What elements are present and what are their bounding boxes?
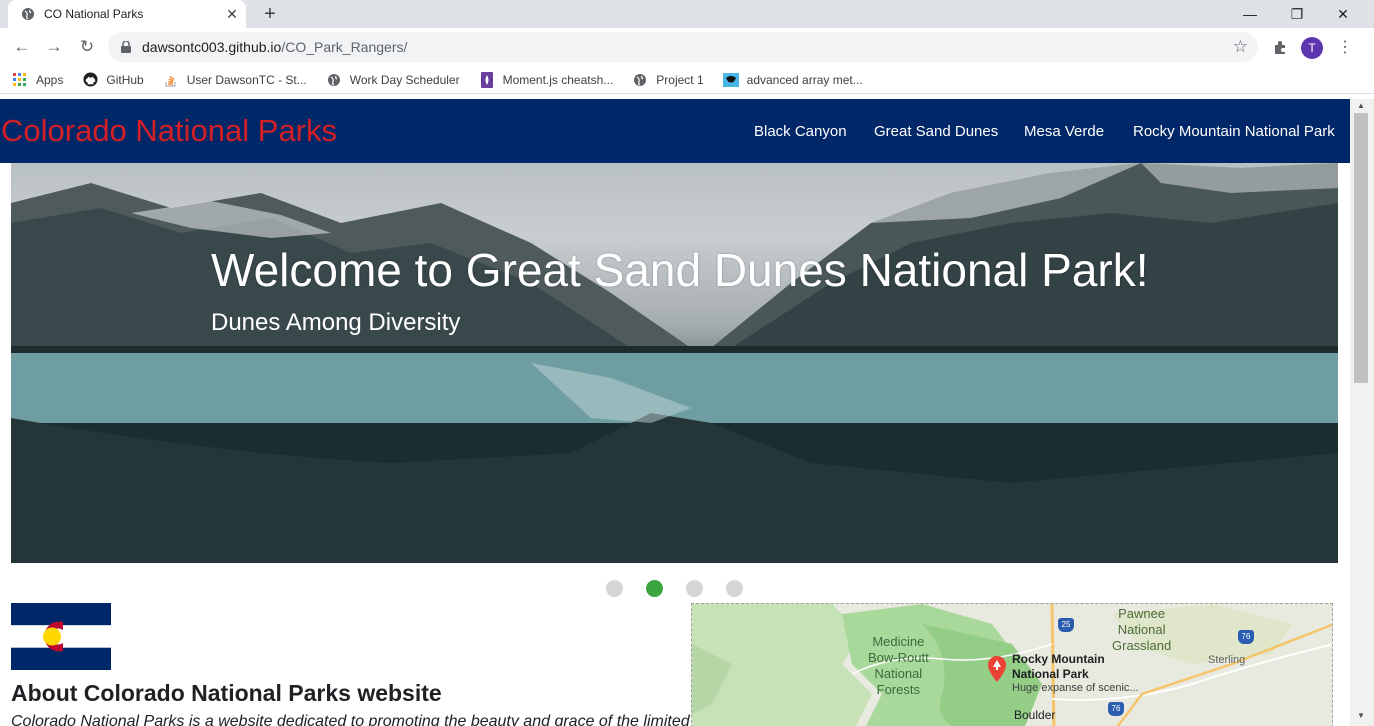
carousel-dot-1[interactable] (606, 580, 623, 597)
lock-icon (118, 39, 134, 55)
globe-icon (632, 72, 648, 88)
bookmark-star-icon[interactable]: ☆ (1233, 37, 1248, 57)
bookmark-array[interactable]: advanced array met... (722, 72, 863, 88)
bookmark-moment[interactable]: Moment.js cheatsh... (479, 71, 614, 88)
interstate-25-icon: 25 (1058, 618, 1074, 632)
map-label-medicine-bow: Medicine Bow-Routt National Forests (868, 634, 929, 697)
interstate-76-icon: 76 (1238, 630, 1254, 644)
map-label-rmnp: Rocky Mountain National Park (1012, 652, 1105, 681)
carousel-indicators (606, 580, 766, 597)
embedded-map[interactable]: Medicine Bow-Routt National Forests Pawnee N… (691, 603, 1333, 726)
github-icon (82, 72, 98, 88)
site-navbar: Colorado National Parks Black Canyon Gre… (0, 99, 1350, 163)
hero-carousel[interactable]: Welcome to Great Sand Dunes National Par… (11, 163, 1338, 563)
tab-title: CO National Parks (44, 7, 144, 21)
mountain-lake-image (11, 163, 1338, 563)
scroll-thumb[interactable] (1354, 113, 1368, 383)
close-tab-icon[interactable]: ✕ (222, 4, 242, 24)
page-scrollbar[interactable]: ▲ ▼ (1350, 99, 1374, 726)
minimize-icon[interactable]: — (1227, 0, 1273, 28)
about-text: Colorado National Parks is a website ded… (11, 713, 690, 726)
url-path: /CO_Park_Rangers/ (281, 39, 408, 55)
bookmark-label: Project 1 (656, 72, 704, 87)
profile-avatar[interactable]: T (1301, 37, 1323, 59)
bookmark-site-icon (722, 72, 739, 88)
bookmark-label: Work Day Scheduler (349, 72, 460, 87)
carousel-dot-4[interactable] (726, 580, 743, 597)
bookmark-label: advanced array met... (746, 72, 863, 87)
bookmarks-bar: Apps GitHub User DawsonTC - St... Work D… (0, 66, 1374, 94)
extensions-icon[interactable] (1268, 35, 1292, 59)
hero-subtitle: Dunes Among Diversity (211, 309, 461, 336)
map-label-rmnp-sub: Huge expanse of scenic... (1012, 682, 1139, 694)
map-pin-icon[interactable] (988, 656, 1006, 682)
colorado-flag-icon (11, 603, 111, 670)
bookmark-work-day[interactable]: Work Day Scheduler (326, 72, 460, 88)
close-window-icon[interactable]: ✕ (1320, 0, 1366, 28)
menu-kebab-icon[interactable]: ⋮ (1333, 35, 1357, 59)
stackoverflow-icon (163, 72, 179, 88)
bookmark-label: Apps (36, 72, 64, 87)
reload-icon[interactable]: ↻ (75, 35, 99, 59)
map-label-sterling: Sterling (1208, 654, 1246, 666)
carousel-dot-3[interactable] (686, 580, 703, 597)
bookmark-label: Moment.js cheatsh... (502, 72, 614, 87)
nav-link-mesa-verde[interactable]: Mesa Verde (1024, 123, 1104, 140)
about-title: About Colorado National Parks website (11, 680, 442, 706)
nav-link-great-sand-dunes[interactable]: Great Sand Dunes (874, 123, 998, 140)
url-host: dawsontc003.github.io (142, 39, 282, 55)
browser-toolbar: ← → ↻ dawsontc003.github.io/CO_Park_Rang… (0, 28, 1374, 66)
nav-link-black-canyon[interactable]: Black Canyon (754, 123, 847, 140)
forward-icon[interactable]: → (42, 35, 66, 59)
bookmark-apps[interactable]: Apps (12, 72, 63, 88)
scroll-up-icon[interactable]: ▲ (1356, 101, 1366, 111)
bookmark-label: User DawsonTC - St... (186, 72, 307, 87)
new-tab-button[interactable]: + (258, 3, 282, 25)
carousel-dot-2[interactable] (646, 580, 663, 597)
apps-grid-icon (12, 72, 28, 88)
nav-link-rocky-mountain[interactable]: Rocky Mountain National Park (1133, 123, 1335, 140)
bookmark-stackoverflow[interactable]: User DawsonTC - St... (163, 72, 307, 88)
page-viewport: Colorado National Parks Black Canyon Gre… (0, 99, 1374, 726)
browser-tab[interactable]: CO National Parks ✕ (8, 0, 246, 28)
moment-icon (479, 71, 495, 88)
scroll-down-icon[interactable]: ▼ (1356, 711, 1366, 721)
site-brand[interactable]: Colorado National Parks (1, 113, 337, 149)
bookmark-project1[interactable]: Project 1 (632, 72, 704, 88)
map-label-pawnee: Pawnee National Grassland (1112, 606, 1172, 653)
address-bar[interactable]: dawsontc003.github.io/CO_Park_Rangers/ ☆ (108, 32, 1258, 62)
globe-icon (326, 72, 342, 88)
map-label-boulder: Boulder (1014, 708, 1056, 722)
hero-title: Welcome to Great Sand Dunes National Par… (211, 244, 1149, 296)
back-icon[interactable]: ← (10, 35, 34, 59)
restore-icon[interactable]: ❐ (1274, 0, 1320, 28)
bookmark-label: GitHub (106, 72, 144, 87)
browser-tab-strip: CO National Parks ✕ + — ❐ ✕ (0, 0, 1374, 28)
bookmark-github[interactable]: GitHub (82, 72, 144, 88)
interstate-76-icon: 76 (1108, 702, 1124, 716)
globe-icon (20, 6, 36, 22)
